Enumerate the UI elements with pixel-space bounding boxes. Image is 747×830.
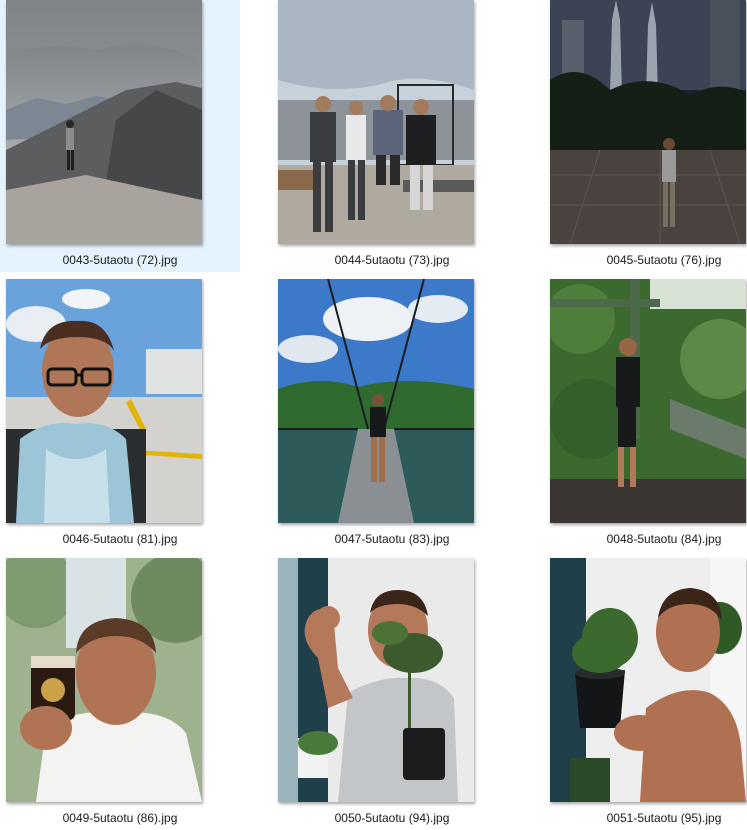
- file-item[interactable]: 0044-5utaotu (73).jpg: [272, 0, 512, 272]
- canopy-walkway-photo: [550, 279, 746, 523]
- file-name-label: 0047-5utaotu (83).jpg: [334, 532, 450, 546]
- suspension-bridge-photo: [278, 279, 474, 523]
- file-name-label: 0045-5utaotu (76).jpg: [606, 253, 722, 267]
- file-item[interactable]: 0043-5utaotu (72).jpg: [0, 0, 240, 272]
- image-thumbnail[interactable]: [550, 558, 746, 802]
- street-selfie-photo: [6, 279, 202, 523]
- file-name-label: 0046-5utaotu (81).jpg: [62, 532, 178, 546]
- file-name-label: 0050-5utaotu (94).jpg: [334, 811, 450, 825]
- image-thumbnail[interactable]: [6, 558, 202, 802]
- file-name-label: 0043-5utaotu (72).jpg: [62, 253, 178, 267]
- file-name-label: 0049-5utaotu (86).jpg: [62, 811, 178, 825]
- shirtless-plant-photo: [550, 558, 746, 802]
- volcano-ridge-photo: [6, 0, 202, 244]
- file-item[interactable]: 0049-5utaotu (86).jpg: [0, 558, 240, 830]
- image-thumbnail[interactable]: [6, 0, 202, 244]
- file-name-label: 0048-5utaotu (84).jpg: [606, 532, 722, 546]
- night-city-photo: [550, 0, 746, 244]
- file-item[interactable]: 0051-5utaotu (95).jpg: [544, 558, 747, 830]
- image-thumbnail[interactable]: [278, 558, 474, 802]
- file-item[interactable]: 0050-5utaotu (94).jpg: [272, 558, 512, 830]
- file-name-label: 0044-5utaotu (73).jpg: [334, 253, 450, 267]
- image-thumbnail[interactable]: [278, 0, 474, 244]
- file-item[interactable]: 0048-5utaotu (84).jpg: [544, 279, 747, 551]
- file-item[interactable]: 0046-5utaotu (81).jpg: [0, 279, 240, 551]
- file-item[interactable]: 0047-5utaotu (83).jpg: [272, 279, 512, 551]
- bubble-tea-photo: [6, 558, 202, 802]
- file-item[interactable]: 0045-5utaotu (76).jpg: [544, 0, 747, 272]
- rooftop-group-photo: [278, 0, 474, 244]
- image-thumbnail[interactable]: [278, 279, 474, 523]
- image-thumbnail[interactable]: [550, 279, 746, 523]
- file-name-label: 0051-5utaotu (95).jpg: [606, 811, 722, 825]
- image-thumbnail[interactable]: [6, 279, 202, 523]
- file-thumbnail-grid: 0043-5utaotu (72).jpg 0044-5utaotu (73).…: [0, 0, 747, 825]
- flexing-plant-photo: [278, 558, 474, 802]
- image-thumbnail[interactable]: [550, 0, 746, 244]
